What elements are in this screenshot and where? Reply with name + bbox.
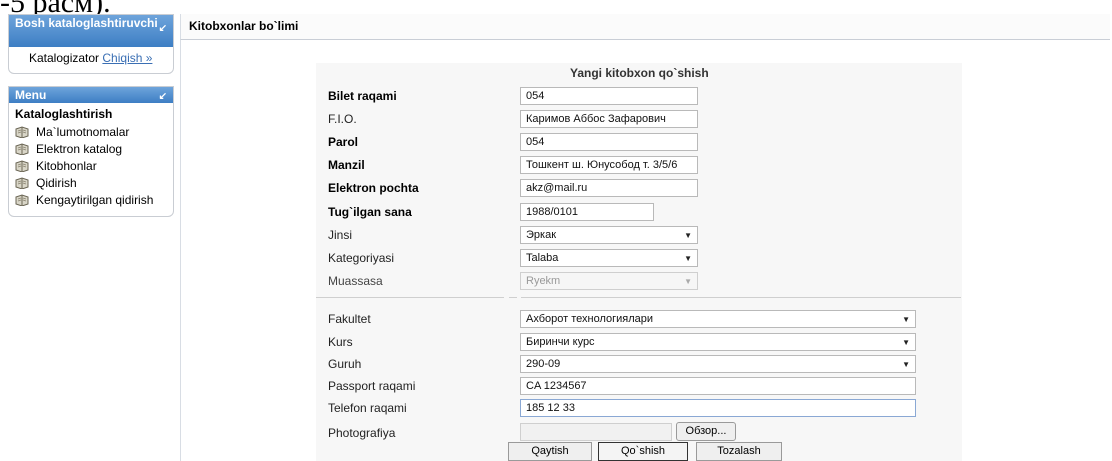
menu-item-kitobhonlar[interactable]: Kitobhonlar xyxy=(9,157,173,174)
kurs-select[interactable]: Биринчи курс ▼ xyxy=(520,333,916,351)
menu-item-elektron-katalog[interactable]: Elektron katalog xyxy=(9,140,173,157)
jinsi-value: Эркак xyxy=(526,229,557,241)
cataloger-box: Bosh kataloglashtiruvchi ↙ Katalogizator… xyxy=(8,14,174,74)
birth-label: Tug`ilgan sana xyxy=(328,205,412,219)
photo-label: Photografiya xyxy=(328,426,396,440)
bilet-label: Bilet raqami xyxy=(328,89,397,103)
cataloger-box-header[interactable]: Bosh kataloglashtiruvchi ↙ xyxy=(9,15,173,47)
jinsi-label: Jinsi xyxy=(328,228,353,242)
book-icon xyxy=(15,159,29,172)
menu-item-label: Ma`lumotnomalar xyxy=(36,124,130,139)
menu-section-title: Kataloglashtirish xyxy=(15,107,113,121)
add-button[interactable]: Qo`shish xyxy=(598,442,688,461)
muassasa-label: Muassasa xyxy=(328,274,383,288)
manzil-input[interactable]: Тошкент ш. Юнусобод т. 3/5/6 xyxy=(520,156,698,174)
muassasa-select[interactable]: Ryekm ▼ xyxy=(520,272,698,290)
fakultet-label: Fakultet xyxy=(328,312,371,326)
manzil-label: Manzil xyxy=(328,158,365,172)
kategoriya-value: Talaba xyxy=(526,252,559,264)
telefon-label: Telefon raqami xyxy=(328,401,407,415)
telefon-input[interactable]: 185 12 33 xyxy=(520,399,916,417)
parol-input[interactable]: 054 xyxy=(520,133,698,151)
chevron-down-icon: ▼ xyxy=(684,231,692,240)
kurs-value: Биринчи курс xyxy=(526,336,595,348)
book-icon xyxy=(15,193,29,206)
sidebar: Bosh kataloglashtiruvchi ↙ Katalogizator… xyxy=(8,14,174,217)
passport-input[interactable]: CA 1234567 xyxy=(520,377,916,395)
chevron-down-icon: ▼ xyxy=(902,315,910,324)
kategoriya-select[interactable]: Talaba ▼ xyxy=(520,249,698,267)
form-title: Yangi kitobxon qo`shish xyxy=(570,66,709,80)
photo-path-field[interactable] xyxy=(520,423,672,441)
section-divider xyxy=(316,297,504,298)
cataloger-box-title: Bosh kataloglashtiruvchi xyxy=(15,16,158,30)
menu-item-qidirish[interactable]: Qidirish xyxy=(9,174,173,191)
book-icon xyxy=(15,142,29,155)
menu-item-label: Kengaytirilgan qidirish xyxy=(36,192,154,207)
clear-button[interactable]: Tozalash xyxy=(696,442,782,461)
birth-input[interactable]: 1988/0101 xyxy=(520,203,654,221)
section-divider xyxy=(521,297,961,298)
kurs-label: Kurs xyxy=(328,335,353,349)
section-divider xyxy=(509,297,517,298)
book-icon xyxy=(15,125,29,138)
menu-item-label: Elektron katalog xyxy=(36,141,123,156)
guruh-value: 290-09 xyxy=(526,358,561,370)
collapse-arrow-icon[interactable]: ↙ xyxy=(159,91,167,103)
fakultet-select[interactable]: Ахборот технологиялари ▼ xyxy=(520,310,916,328)
chevron-down-icon: ▼ xyxy=(902,360,910,369)
collapse-arrow-icon[interactable]: ↙ xyxy=(159,23,167,35)
back-button[interactable]: Qaytish xyxy=(508,442,592,461)
menu-item-label: Qidirish xyxy=(36,175,77,190)
main-header: Kitobxonlar bo`limi xyxy=(180,14,1110,40)
chevron-down-icon: ▼ xyxy=(684,254,692,263)
logout-link[interactable]: Chiqish » xyxy=(102,51,152,65)
jinsi-select[interactable]: Эркак ▼ xyxy=(520,226,698,244)
passport-label: Passport raqami xyxy=(328,379,416,393)
bilet-input[interactable]: 054 xyxy=(520,87,698,105)
user-role: Katalogizator xyxy=(29,51,100,65)
fio-input[interactable]: Каримов Аббос Зафарович xyxy=(520,110,698,128)
kategoriya-label: Kategoriyasi xyxy=(328,251,395,265)
menu-item-label: Kitobhonlar xyxy=(36,158,97,173)
user-line: Katalogizator Chiqish » xyxy=(9,47,173,73)
browse-button[interactable]: Обзор... xyxy=(676,422,736,441)
menu-box: Menu ↙ Kataloglashtirish Ma`lumotnomalar… xyxy=(8,86,174,217)
chevron-down-icon: ▼ xyxy=(902,338,910,347)
fakultet-value: Ахборот технологиялари xyxy=(526,313,654,325)
guruh-label: Guruh xyxy=(328,357,362,371)
menu-item-malumotnomalar[interactable]: Ma`lumotnomalar xyxy=(9,123,173,140)
muassasa-value: Ryekm xyxy=(526,275,561,287)
menu-item-kengaytirilgan-qidirish[interactable]: Kengaytirilgan qidirish xyxy=(9,191,173,208)
email-input[interactable]: akz@mail.ru xyxy=(520,179,698,197)
menu-box-header[interactable]: Menu ↙ xyxy=(9,87,173,103)
fio-label: F.I.O. xyxy=(328,112,357,126)
parol-label: Parol xyxy=(328,135,359,149)
email-label: Elektron pochta xyxy=(328,181,419,195)
menu-box-title: Menu xyxy=(15,88,47,102)
page-title: Kitobxonlar bo`limi xyxy=(189,19,299,33)
guruh-select[interactable]: 290-09 ▼ xyxy=(520,355,916,373)
chevron-down-icon: ▼ xyxy=(684,277,692,286)
book-icon xyxy=(15,176,29,189)
